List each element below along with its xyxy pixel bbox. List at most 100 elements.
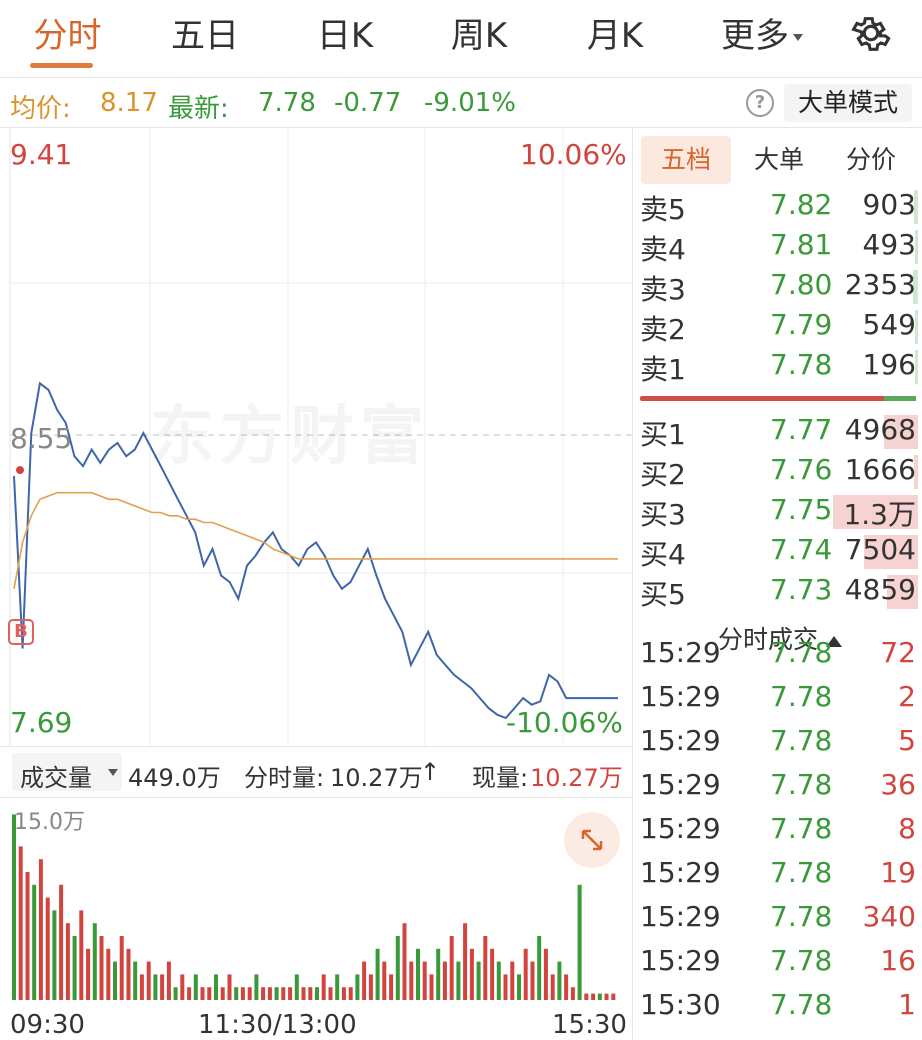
trade-volume: 5: [898, 724, 916, 757]
volume-bar: [469, 948, 474, 1000]
sell-level-row[interactable]: 卖1 7.78 196: [632, 346, 922, 386]
level-label: 卖1: [640, 353, 686, 386]
tab-five-levels[interactable]: 五档: [641, 136, 731, 184]
volume-bar: [476, 961, 481, 1000]
buy-level-row[interactable]: 买3 7.75 1.3万: [632, 491, 922, 531]
volume-bar: [187, 987, 192, 1000]
help-icon[interactable]: ?: [746, 89, 774, 117]
trade-volume: 2: [898, 680, 916, 713]
sell-level-row[interactable]: 卖3 7.80 2353: [632, 266, 922, 306]
intraday-chart[interactable]: [0, 128, 632, 1040]
volume-bar: [52, 910, 57, 1000]
level-label: 卖4: [640, 233, 686, 266]
volume-bar: [18, 846, 23, 1000]
trade-row: 15:29 7.78 19: [632, 854, 922, 898]
volume-bar: [288, 987, 293, 1000]
y-axis-high: 9.41: [10, 138, 73, 171]
tab-price-distribution[interactable]: 分价: [831, 136, 911, 184]
volume-bar: [577, 884, 582, 1000]
volume-bar: [611, 993, 616, 1000]
volume-bar: [382, 961, 387, 1000]
sell-level-row[interactable]: 卖4 7.81 493: [632, 226, 922, 266]
volume-bar: [166, 961, 171, 1000]
volume-bar: [240, 987, 245, 1000]
volume-bar: [38, 859, 43, 1000]
tab-weekly-k[interactable]: 周K: [444, 14, 514, 58]
x-tick-midday: 11:30/13:00: [198, 1010, 357, 1040]
trade-row: 15:29 7.78 5: [632, 722, 922, 766]
trade-price: 7.78: [770, 724, 833, 757]
trade-row: 15:29 7.78 340: [632, 898, 922, 942]
level-price: 7.78: [770, 348, 833, 381]
trade-price: 7.78: [770, 768, 833, 801]
sell-level-row[interactable]: 卖5 7.82 903: [632, 186, 922, 226]
volume-bar: [79, 910, 84, 1000]
trade-row: 15:29 7.78 72: [632, 634, 922, 678]
volume-bar: [375, 948, 380, 1000]
tab-daily-k[interactable]: 日K: [310, 14, 380, 58]
level-label: 卖2: [640, 313, 686, 346]
buy-marker-icon[interactable]: B: [8, 619, 34, 645]
gear-icon[interactable]: [848, 10, 894, 56]
level-volume: 4968: [844, 413, 916, 446]
volume-bar: [65, 923, 70, 1000]
big-order-mode-button[interactable]: 大单模式: [784, 84, 912, 122]
tab-monthly-k[interactable]: 月K: [580, 14, 650, 58]
volume-bar: [550, 974, 555, 1000]
trade-price: 7.78: [770, 812, 833, 845]
volume-bar: [126, 948, 131, 1000]
volume-bar: [402, 923, 407, 1000]
volume-bar: [409, 961, 414, 1000]
period-tabs: 分时 五日 日K 周K 月K 更多: [0, 0, 922, 78]
volume-bar: [119, 936, 124, 1000]
tab-five-day[interactable]: 五日: [165, 14, 245, 58]
volume-bar: [315, 987, 319, 1000]
volume-bar: [139, 974, 144, 1000]
level-label: 卖3: [640, 273, 686, 306]
buy-level-row[interactable]: 买2 7.76 1666: [632, 451, 922, 491]
volume-bar: [321, 974, 326, 1000]
level-volume: 493: [862, 228, 916, 261]
price-change-pct: -9.01%: [424, 88, 516, 118]
volume-bar: [557, 961, 562, 1000]
sell-level-row[interactable]: 卖2 7.79 549: [632, 306, 922, 346]
trade-time: 15:29: [640, 768, 721, 801]
volume-bar: [207, 987, 212, 1000]
tab-intraday[interactable]: 分时: [30, 14, 105, 58]
buy-level-row[interactable]: 买1 7.77 4968: [632, 411, 922, 451]
volume-bar: [584, 993, 589, 1000]
price-change: -0.77: [334, 88, 402, 118]
tab-big-orders[interactable]: 大单: [739, 136, 819, 184]
volume-bars: [12, 814, 616, 1000]
volume-bar: [530, 961, 535, 1000]
level-volume: 196: [862, 348, 916, 381]
latest-price-label: 最新:: [168, 94, 229, 124]
book-divider: [640, 396, 916, 401]
volume-bar: [301, 987, 306, 1000]
volume-bar: [281, 987, 286, 1000]
volume-bar: [113, 961, 117, 1000]
trade-volume: 19: [880, 856, 916, 889]
volume-bar: [597, 993, 602, 1000]
volume-bar: [214, 974, 218, 1000]
volume-bar: [429, 974, 434, 1000]
trade-price: 7.78: [770, 856, 833, 889]
buy-level-row[interactable]: 买5 7.73 4859: [632, 571, 922, 611]
level-volume: 903: [862, 188, 916, 221]
level-price: 7.80: [770, 268, 833, 301]
tab-more[interactable]: 更多: [712, 14, 812, 58]
expand-icon[interactable]: [564, 812, 620, 868]
volume-bar: [146, 961, 151, 1000]
volume-bar: [436, 948, 441, 1000]
volume-bar: [591, 993, 596, 1000]
level-label: 买5: [640, 578, 686, 611]
buy-level-row[interactable]: 买4 7.74 7504: [632, 531, 922, 571]
volume-bar: [570, 987, 575, 1000]
volume-bar: [456, 961, 461, 1000]
trade-volume: 1: [898, 988, 916, 1021]
chevron-down-icon: [793, 34, 803, 41]
level-volume: 7504: [844, 533, 916, 566]
volume-bar: [517, 974, 521, 1000]
volume-bar: [59, 884, 64, 1000]
volume-bar: [200, 987, 205, 1000]
